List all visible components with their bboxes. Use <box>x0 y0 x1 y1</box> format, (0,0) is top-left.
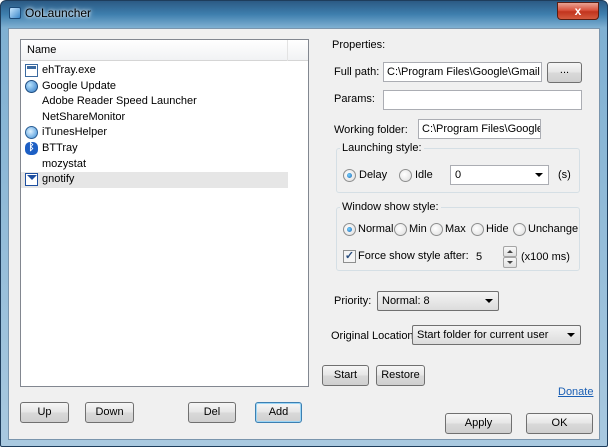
delay-combo[interactable]: 0 <box>450 165 549 185</box>
list-rows: ehTray.exe Google Update Adobe Reader Spee… <box>21 63 308 188</box>
force-show-spinner[interactable] <box>503 246 517 268</box>
spin-up-icon[interactable] <box>503 246 517 257</box>
list-item[interactable]: ᛒ BTTray <box>21 141 288 157</box>
list-item[interactable]: Google Update <box>21 79 288 95</box>
list-item-label: mozystat <box>42 157 87 170</box>
chevron-down-icon <box>567 333 575 337</box>
browse-button[interactable]: ... <box>547 62 582 83</box>
donate-link[interactable]: Donate <box>558 386 593 398</box>
full-path-field[interactable]: C:\Program Files\Google\Gmail No <box>383 62 542 82</box>
unchange-radio[interactable] <box>513 223 526 236</box>
column-header-blank <box>288 40 308 61</box>
add-button[interactable]: Add <box>255 402 302 423</box>
client-area: Name ehTray.exe Google Update Adobe Reader… <box>8 28 600 440</box>
delay-radio[interactable] <box>343 169 356 182</box>
hide-radio[interactable] <box>471 223 484 236</box>
priority-label: Priority: <box>334 295 372 307</box>
list-item-label: ehTray.exe <box>42 64 96 76</box>
delay-label[interactable]: Delay <box>359 169 387 181</box>
list-item[interactable]: Adobe Reader Speed Launcher <box>21 94 288 110</box>
delay-value: 0 <box>455 169 462 181</box>
original-location-value: Start folder for current user <box>417 329 549 341</box>
list-header: Name <box>21 40 308 61</box>
max-radio[interactable] <box>430 223 443 236</box>
idle-radio[interactable] <box>399 169 412 182</box>
list-item[interactable]: NetShareMonitor <box>21 110 288 126</box>
force-show-unit: (x100 ms) <box>521 251 570 263</box>
list-item-label: BTTray <box>42 141 78 154</box>
normal-radio[interactable] <box>343 223 356 236</box>
start-button[interactable]: Start <box>322 365 369 386</box>
list-item-label: gnotify <box>42 173 75 186</box>
priority-value: Normal: 8 <box>382 295 430 307</box>
chevron-down-icon <box>485 299 493 303</box>
max-label[interactable]: Max <box>445 223 466 235</box>
original-location-select[interactable]: Start folder for current user <box>412 325 581 345</box>
list-item-label: Adobe Reader Speed Launcher <box>42 95 197 108</box>
list-item-label: Google Update <box>42 79 116 92</box>
full-path-label: Full path: <box>334 66 380 78</box>
idle-label[interactable]: Idle <box>415 169 433 181</box>
list-item-label: iTunesHelper <box>42 126 108 139</box>
ok-button[interactable]: OK <box>526 413 593 434</box>
params-field[interactable] <box>383 90 582 110</box>
min-label[interactable]: Min <box>409 223 427 235</box>
itunes-icon <box>25 126 38 140</box>
globe-icon <box>25 79 38 93</box>
close-button[interactable]: x <box>557 2 599 20</box>
priority-select[interactable]: Normal: 8 <box>377 291 499 311</box>
mail-icon <box>25 173 38 187</box>
app-icon <box>9 7 21 19</box>
force-show-label[interactable]: Force show style after: <box>358 250 469 262</box>
properties-heading: Properties: <box>332 39 386 51</box>
app-window: OoLauncher x Name ehTray.exe Google Updat… <box>0 0 608 447</box>
column-header-name[interactable]: Name <box>21 40 288 61</box>
delay-unit: (s) <box>558 169 571 181</box>
down-button[interactable]: Down <box>85 402 134 423</box>
window-title: OoLauncher <box>25 6 92 20</box>
list-item[interactable]: iTunesHelper <box>21 125 288 141</box>
list-item[interactable]: mozystat <box>21 157 288 173</box>
unchange-label[interactable]: Unchange <box>528 223 578 235</box>
chevron-down-icon <box>535 173 543 177</box>
delete-button[interactable]: Del <box>188 402 236 423</box>
list-item[interactable]: ehTray.exe <box>21 63 288 79</box>
exe-icon <box>25 64 38 77</box>
spin-down-icon[interactable] <box>503 257 517 268</box>
apply-button[interactable]: Apply <box>445 413 512 434</box>
normal-label[interactable]: Normal <box>358 223 393 235</box>
list-item[interactable]: gnotify <box>21 172 288 188</box>
up-button[interactable]: Up <box>20 402 69 423</box>
restore-button[interactable]: Restore <box>376 365 425 386</box>
hide-label[interactable]: Hide <box>486 223 509 235</box>
list-item-label: NetShareMonitor <box>42 110 126 123</box>
title-bar[interactable]: OoLauncher x <box>1 1 607 27</box>
original-location-label: Original Location: <box>331 330 417 342</box>
working-folder-field[interactable]: C:\Program Files\Google\G <box>418 119 541 139</box>
min-radio[interactable] <box>394 223 407 236</box>
program-list[interactable]: Name ehTray.exe Google Update Adobe Reader… <box>20 39 309 387</box>
working-folder-label: Working folder: <box>334 124 408 136</box>
window-show-style-label: Window show style: <box>340 201 441 213</box>
force-show-checkbox[interactable]: ✓ <box>343 250 356 263</box>
params-label: Params: <box>334 93 375 105</box>
force-show-value[interactable]: 5 <box>476 251 482 263</box>
bluetooth-icon: ᛒ <box>25 141 38 155</box>
launching-style-label: Launching style: <box>340 142 424 154</box>
